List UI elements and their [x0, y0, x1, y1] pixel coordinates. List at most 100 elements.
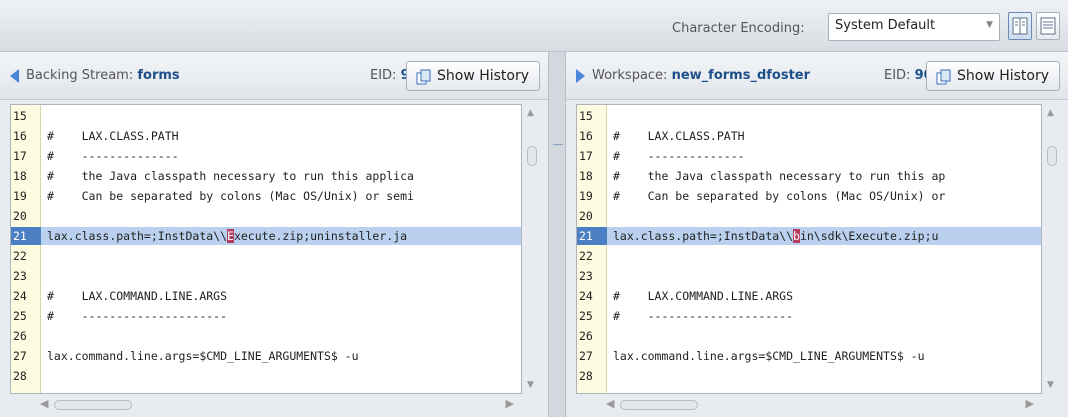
panel-title: Backing Stream: forms — [26, 68, 180, 83]
line-text: # Can be separated by colons (Mac OS/Uni… — [47, 189, 414, 203]
scroll-up-icon[interactable]: ▲ — [1047, 108, 1054, 118]
code-line[interactable]: 20 — [577, 207, 1041, 225]
workspace-panel: Workspace: new_forms_dfoster EID: 90 Sho… — [566, 52, 1068, 417]
line-number: 26 — [13, 329, 27, 343]
panel-header: Workspace: new_forms_dfoster EID: 90 Sho… — [566, 52, 1068, 100]
panel-header: Backing Stream: forms EID: 91 Show Histo… — [0, 52, 548, 100]
scroll-thumb[interactable] — [54, 400, 132, 410]
code-view[interactable]: 15 16 # LAX.CLASS.PATH 17 # -------------- 18… — [10, 104, 522, 394]
scroll-left-icon[interactable]: ◀ — [606, 397, 614, 410]
show-history-button[interactable]: Show History — [406, 61, 541, 91]
code-line[interactable]: 17 # -------------- — [577, 147, 1041, 165]
code-line[interactable]: 23 — [11, 267, 521, 285]
encoding-value: System Default — [835, 18, 936, 33]
side-by-side-view-button[interactable] — [1008, 12, 1032, 40]
panel-divider[interactable] — [548, 52, 566, 417]
line-number: 28 — [579, 369, 593, 383]
code-line[interactable]: 27 lax.command.line.args=$CMD_LINE_ARGUME… — [11, 347, 521, 365]
line-text: # LAX.CLASS.PATH — [47, 129, 179, 143]
horizontal-scrollbar[interactable]: ◀ ▶ — [576, 396, 1042, 414]
arrow-left-icon[interactable] — [10, 69, 19, 83]
line-text: # Can be separated by colons (Mac OS/Uni… — [613, 189, 946, 203]
code-line[interactable]: 28 — [11, 367, 521, 385]
line-number: 21 — [11, 227, 41, 245]
scroll-down-icon[interactable]: ▼ — [1047, 380, 1054, 390]
line-text: # --------------------- — [47, 309, 228, 323]
single-view-icon — [1040, 17, 1056, 35]
scroll-thumb[interactable] — [1047, 146, 1057, 166]
line-number: 19 — [13, 189, 27, 203]
toolbar: Character Encoding: System Default ▼ — [0, 0, 1068, 52]
line-text: # -------------- — [613, 149, 745, 163]
split-view-icon — [1012, 17, 1028, 35]
encoding-select[interactable]: System Default ▼ — [828, 13, 1000, 41]
code-line[interactable]: 28 — [577, 367, 1041, 385]
scroll-up-icon[interactable]: ▲ — [527, 108, 534, 118]
line-number: 22 — [13, 249, 27, 263]
code-line[interactable]: 15 — [11, 107, 521, 125]
line-number: 27 — [13, 349, 27, 363]
line-text: # LAX.COMMAND.LINE.ARGS — [47, 289, 228, 303]
code-line[interactable]: 26 — [577, 327, 1041, 345]
code-line[interactable]: 21 lax.class.path=;InstData\\bin\sdk\Exec… — [577, 227, 1041, 245]
line-number: 22 — [579, 249, 593, 263]
scroll-left-icon[interactable]: ◀ — [40, 397, 48, 410]
code-line[interactable]: 18 # the Java classpath necessary to run … — [577, 167, 1041, 185]
line-number: 16 — [579, 129, 593, 143]
line-number: 26 — [579, 329, 593, 343]
line-text: lax.class.path=;InstData\\Execute.zip;un… — [47, 229, 408, 243]
code-line[interactable]: 16 # LAX.CLASS.PATH — [11, 127, 521, 145]
horizontal-scrollbar[interactable]: ◀ ▶ — [10, 396, 522, 414]
line-number: 25 — [13, 309, 27, 323]
line-number: 23 — [13, 269, 27, 283]
code-line[interactable]: 25 # --------------------- — [577, 307, 1041, 325]
history-icon — [936, 69, 951, 85]
line-number: 17 — [579, 149, 593, 163]
line-text: lax.command.line.args=$CMD_LINE_ARGUMENT… — [613, 349, 925, 363]
line-number: 28 — [13, 369, 27, 383]
code-line[interactable]: 23 — [577, 267, 1041, 285]
line-number: 18 — [13, 169, 27, 183]
line-text: lax.command.line.args=$CMD_LINE_ARGUMENT… — [47, 349, 359, 363]
scroll-right-icon[interactable]: ▶ — [1026, 397, 1034, 410]
code-line[interactable]: 17 # -------------- — [11, 147, 521, 165]
scroll-right-icon[interactable]: ▶ — [506, 397, 514, 410]
code-line[interactable]: 27 lax.command.line.args=$CMD_LINE_ARGUME… — [577, 347, 1041, 365]
arrow-right-icon[interactable] — [576, 69, 585, 83]
scroll-down-icon[interactable]: ▼ — [527, 380, 534, 390]
code-line[interactable]: 24 # LAX.COMMAND.LINE.ARGS — [577, 287, 1041, 305]
vertical-scrollbar[interactable]: ▲ ▼ — [524, 104, 540, 394]
scroll-thumb[interactable] — [620, 400, 698, 410]
code-line[interactable]: 20 — [11, 207, 521, 225]
line-number: 20 — [579, 209, 593, 223]
vertical-scrollbar[interactable]: ▲ ▼ — [1044, 104, 1060, 394]
show-history-button[interactable]: Show History — [926, 61, 1061, 91]
line-number: 27 — [579, 349, 593, 363]
scroll-thumb[interactable] — [527, 146, 537, 166]
code-line[interactable]: 25 # --------------------- — [11, 307, 521, 325]
code-line[interactable]: 22 — [11, 247, 521, 265]
line-text: # --------------------- — [613, 309, 794, 323]
code-line[interactable]: 16 # LAX.CLASS.PATH — [577, 127, 1041, 145]
code-view[interactable]: 15 16 # LAX.CLASS.PATH 17 # -------------- 18… — [576, 104, 1042, 394]
line-number: 25 — [579, 309, 593, 323]
line-text: # LAX.COMMAND.LINE.ARGS — [613, 289, 794, 303]
code-line[interactable]: 26 — [11, 327, 521, 345]
code-line[interactable]: 18 # the Java classpath necessary to run … — [11, 167, 521, 185]
code-line[interactable]: 21 lax.class.path=;InstData\\Execute.zip;… — [11, 227, 521, 245]
unified-view-button[interactable] — [1036, 12, 1060, 40]
line-number: 18 — [579, 169, 593, 183]
chevron-down-icon: ▼ — [986, 20, 993, 30]
diff-marker: b — [793, 229, 800, 243]
line-number: 23 — [579, 269, 593, 283]
line-text: # -------------- — [47, 149, 179, 163]
code-line[interactable]: 22 — [577, 247, 1041, 265]
encoding-label: Character Encoding: — [672, 21, 805, 36]
code-line[interactable]: 15 — [577, 107, 1041, 125]
line-text: # the Java classpath necessary to run th… — [613, 169, 946, 183]
code-line[interactable]: 19 # Can be separated by colons (Mac OS/U… — [11, 187, 521, 205]
line-number: 19 — [579, 189, 593, 203]
line-number: 16 — [13, 129, 27, 143]
code-line[interactable]: 19 # Can be separated by colons (Mac OS/U… — [577, 187, 1041, 205]
code-line[interactable]: 24 # LAX.COMMAND.LINE.ARGS — [11, 287, 521, 305]
